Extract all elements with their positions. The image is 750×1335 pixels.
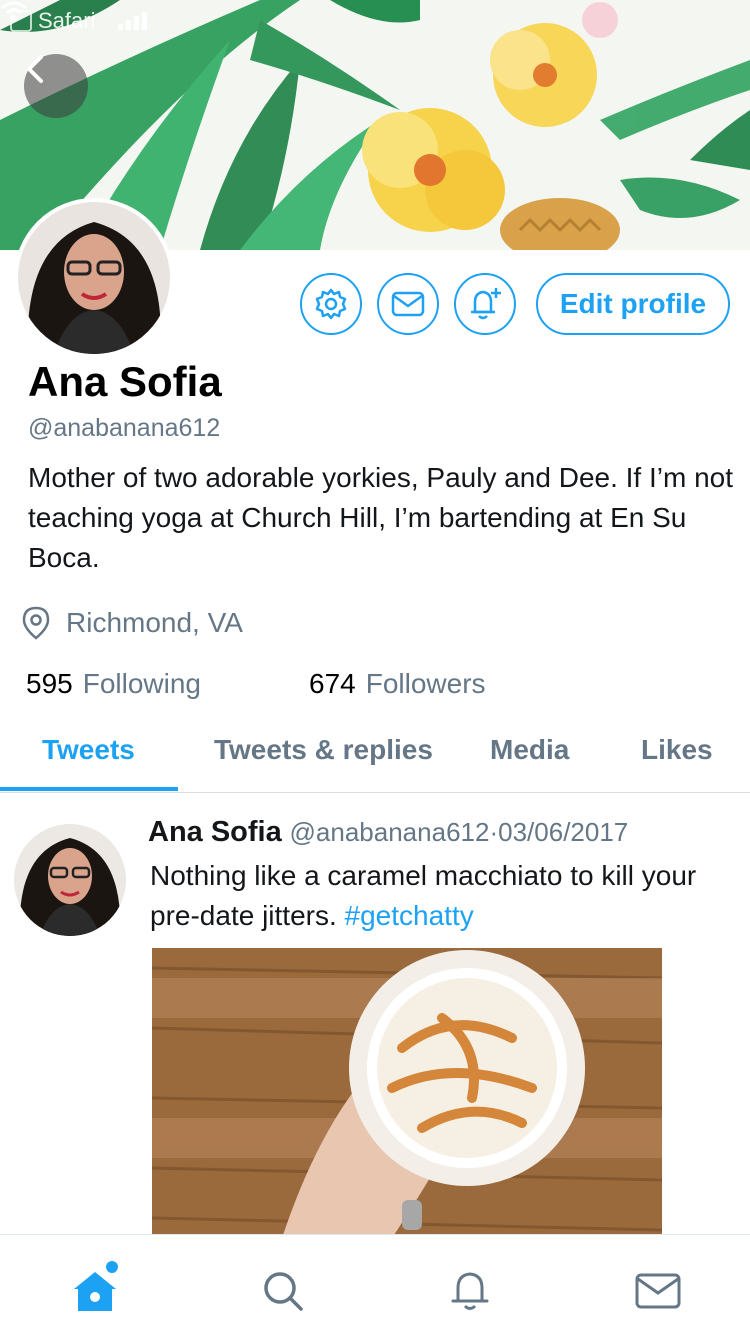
- active-tab-indicator: [0, 787, 178, 791]
- chevron-left-icon: [27, 55, 43, 83]
- bell-icon: [451, 1272, 489, 1310]
- tweet-author-handle[interactable]: @anabanana612: [290, 817, 490, 847]
- tweet-avatar[interactable]: [14, 824, 126, 936]
- tweet-header: Ana Sofia @anabanana612·03/06/2017: [148, 816, 628, 849]
- profile-name: Ana Sofia: [28, 358, 222, 405]
- profile-avatar[interactable]: [14, 198, 174, 358]
- message-button[interactable]: [377, 273, 439, 335]
- tab-media[interactable]: Media: [490, 734, 569, 766]
- profile-tabs: Tweets Tweets & replies Media Likes: [0, 716, 750, 793]
- map-pin-icon: [22, 606, 50, 640]
- home-icon: [74, 1272, 116, 1311]
- followers-stat[interactable]: 674 Followers: [309, 668, 486, 700]
- tweet-author-name[interactable]: Ana Sofia: [148, 816, 282, 848]
- tweet-date[interactable]: 03/06/2017: [498, 817, 628, 847]
- profile-location: Richmond, VA: [22, 606, 243, 640]
- tweet-media[interactable]: [152, 948, 662, 1238]
- profile-bio: Mother of two adorable yorkies, Pauly an…: [28, 462, 734, 573]
- tweet-hashtag[interactable]: #getchatty: [345, 900, 474, 931]
- followers-label: Followers: [365, 668, 486, 699]
- following-label: Following: [82, 668, 201, 699]
- tweet-avatar-photo: [14, 824, 126, 936]
- followers-count: 674: [309, 668, 356, 699]
- bell-plus-icon: [471, 288, 501, 320]
- edit-profile-button[interactable]: Edit profile: [536, 273, 730, 335]
- avatar-photo: [18, 202, 170, 354]
- carrier-label: Safari: [38, 8, 96, 33]
- wifi-icon: [1, 1, 27, 21]
- nav-notifications[interactable]: [446, 1267, 494, 1315]
- nav-messages[interactable]: [634, 1267, 682, 1315]
- nav-home[interactable]: [71, 1267, 119, 1315]
- tab-likes[interactable]: Likes: [641, 734, 713, 766]
- envelope-icon: [635, 1273, 681, 1309]
- tweet-body: Nothing like a caramel macchiato to kill…: [150, 856, 710, 936]
- following-count: 595: [26, 668, 73, 699]
- back-button[interactable]: [24, 54, 88, 118]
- location-label: Richmond, VA: [66, 607, 243, 638]
- caramel-macchiato-photo: [152, 948, 662, 1238]
- settings-button[interactable]: [300, 273, 362, 335]
- tab-tweets[interactable]: Tweets: [42, 734, 135, 766]
- profile-handle: @anabanana612: [28, 414, 221, 442]
- notify-button[interactable]: [454, 273, 516, 335]
- search-icon: [264, 1272, 303, 1311]
- tweet-separator: ·: [489, 817, 499, 847]
- gear-icon: [315, 288, 347, 320]
- signal-strength-icon: [118, 10, 147, 30]
- envelope-icon: [391, 291, 425, 317]
- home-notification-dot: [106, 1261, 118, 1273]
- nav-search[interactable]: [259, 1267, 307, 1315]
- bottom-tab-bar: [0, 1234, 750, 1335]
- tab-tweets-replies[interactable]: Tweets & replies: [214, 734, 433, 766]
- status-bar: Safari: [0, 0, 750, 40]
- following-stat[interactable]: 595 Following: [26, 668, 201, 700]
